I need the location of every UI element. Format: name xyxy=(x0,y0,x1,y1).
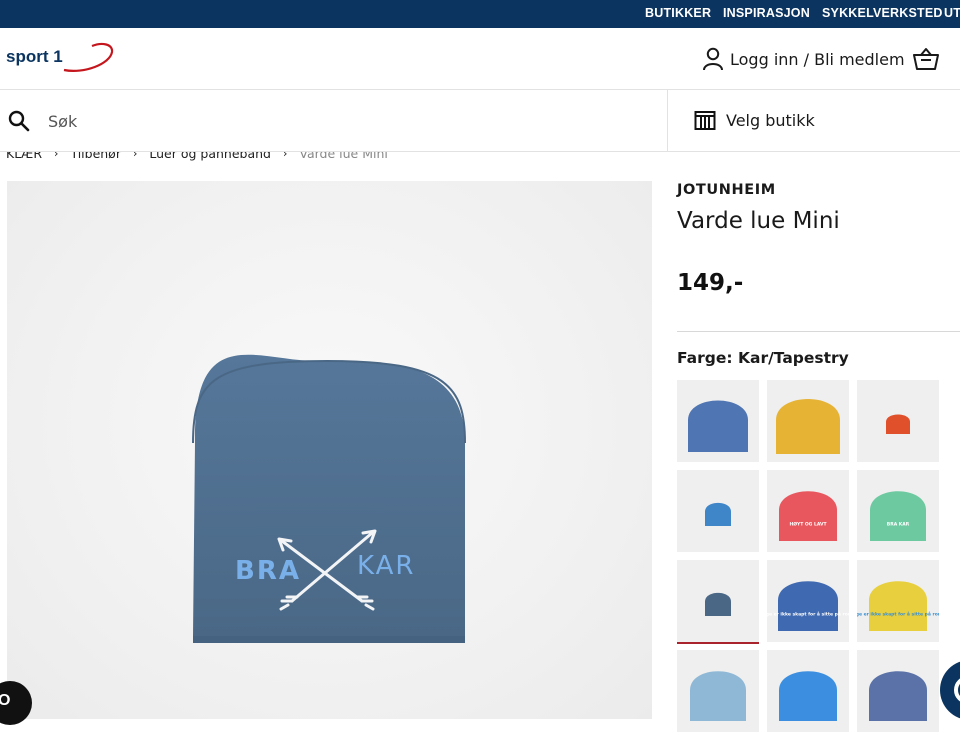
chat-button[interactable] xyxy=(940,660,960,720)
color-label: Farge: Kar/Tapestry xyxy=(677,349,849,367)
color-swatch[interactable] xyxy=(857,380,939,462)
swatch-beanie-image xyxy=(869,671,927,721)
nav-link-butikker[interactable]: BUTIKKER xyxy=(645,6,711,20)
product-price: 149,- xyxy=(677,270,744,296)
top-nav-bar: BUTIKKER INSPIRASJON SYKKELVERKSTED UT xyxy=(0,0,960,28)
product-image[interactable]: BRA KAR xyxy=(7,181,652,719)
beanie-image: BRA KAR xyxy=(192,354,466,643)
floating-badge-text: O xyxy=(0,692,11,709)
basket-icon[interactable] xyxy=(913,47,939,71)
divider xyxy=(677,331,960,332)
swatch-beanie-image xyxy=(779,671,837,721)
color-swatch[interactable]: BRA KAR xyxy=(857,470,939,552)
store-label: Velg butikk xyxy=(726,110,815,130)
swatch-beanie-image xyxy=(776,398,840,454)
user-icon xyxy=(703,47,723,71)
swatch-beanie-image xyxy=(690,671,746,721)
swatch-beanie-image xyxy=(705,502,731,526)
search-box xyxy=(0,90,668,151)
color-swatch[interactable] xyxy=(677,650,759,732)
store-selector[interactable]: Velg butikk xyxy=(694,109,815,131)
swatch-beanie-image: norge er ikke skapt for å sitte på rompa xyxy=(757,581,859,631)
product-title: Varde lue Mini xyxy=(677,208,840,234)
search-row: Velg butikk xyxy=(0,90,960,152)
swatch-print-text: norge er ikke skapt for å sitte på rompa xyxy=(857,610,939,617)
nav-link-inspirasjon[interactable]: INSPIRASJON xyxy=(723,6,810,20)
color-swatch[interactable]: norge er ikke skapt for å sitte på rompa xyxy=(847,560,949,642)
swatch-beanie-image xyxy=(886,414,910,434)
nav-link-ut[interactable]: UT xyxy=(944,6,960,20)
swatch-print-text: BRA KAR xyxy=(887,521,910,527)
color-swatch[interactable] xyxy=(677,470,759,552)
site-header: sport 1 Logg inn / Bli medlem xyxy=(0,28,960,90)
color-swatch[interactable] xyxy=(767,380,849,462)
login-label: Logg inn / Bli medlem xyxy=(730,49,905,69)
search-icon[interactable] xyxy=(8,110,30,132)
swatch-beanie-image xyxy=(705,592,731,616)
product-brand[interactable]: JOTUNHEIM xyxy=(677,182,776,198)
color-swatch[interactable] xyxy=(677,380,759,462)
color-swatch[interactable]: norge er ikke skapt for å sitte på rompa xyxy=(757,560,859,642)
nav-link-sykkelverksted[interactable]: SYKKELVERKSTED xyxy=(822,6,943,20)
swatch-print-text: HØYT OG LAVT xyxy=(789,520,827,527)
color-swatch[interactable] xyxy=(677,560,759,644)
swatch-print-text: norge er ikke skapt for å sitte på rompa xyxy=(767,610,849,617)
login-link[interactable]: Logg inn / Bli medlem xyxy=(702,46,905,72)
color-swatch[interactable] xyxy=(767,650,849,732)
swatch-beanie-image: norge er ikke skapt for å sitte på rompa xyxy=(847,581,949,631)
swatch-beanie-image: HØYT OG LAVT xyxy=(779,491,837,541)
sport1-logo[interactable]: sport 1 xyxy=(6,40,118,76)
store-icon xyxy=(694,111,716,130)
print-left-text: BRA xyxy=(235,556,301,586)
search-input[interactable] xyxy=(40,104,640,138)
logo-text: sport 1 xyxy=(6,47,63,66)
swatch-beanie-image xyxy=(688,400,748,452)
color-swatch[interactable] xyxy=(857,650,939,732)
swatch-beanie-image: BRA KAR xyxy=(870,491,926,541)
color-swatch[interactable]: HØYT OG LAVT xyxy=(767,470,849,552)
print-right-text: KAR xyxy=(357,551,415,581)
